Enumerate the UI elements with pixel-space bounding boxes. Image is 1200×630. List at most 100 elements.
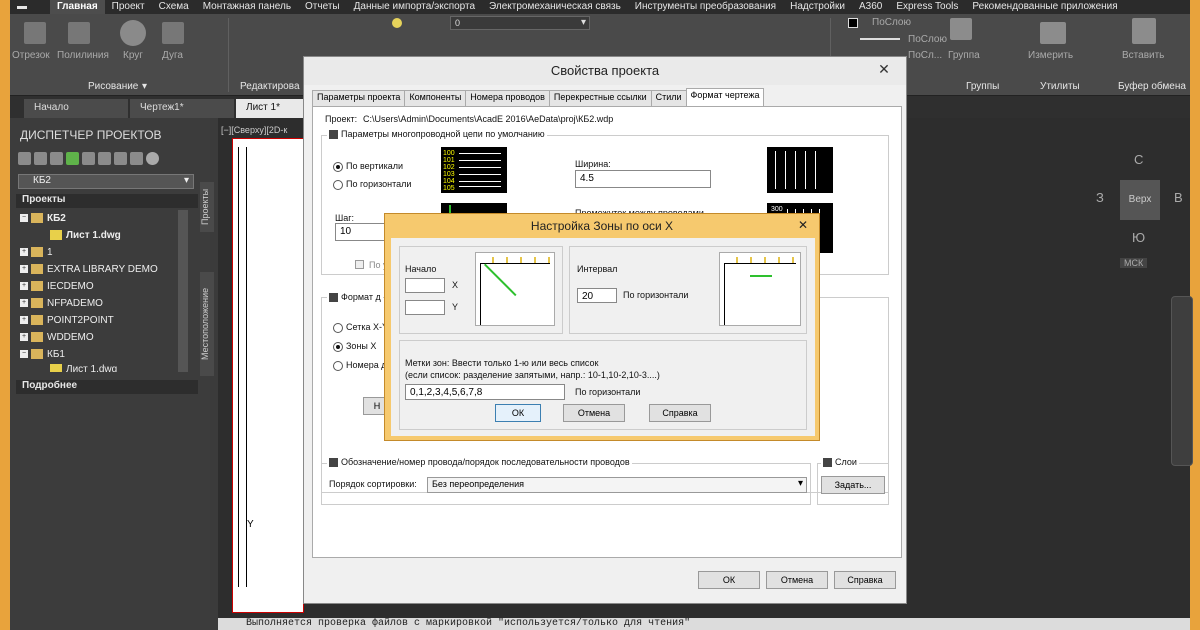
ribbon-tab-featured-apps[interactable]: Рекомендованные приложения <box>965 0 1124 14</box>
ribbon-tab-import-export[interactable]: Данные импорта/экспорта <box>347 0 482 14</box>
close-icon[interactable]: ✕ <box>874 61 894 78</box>
command-line[interactable]: Выполняется проверка файлов с маркировко… <box>218 618 1190 630</box>
layer-combo[interactable]: 0 <box>450 16 590 30</box>
tree-item[interactable]: +1 <box>20 247 53 258</box>
project-tasks-icon[interactable] <box>82 152 95 165</box>
panel-clipboard-label[interactable]: Буфер обмена <box>1118 81 1186 92</box>
linetype-bylayer[interactable]: ПоСл... <box>908 50 942 61</box>
close-icon[interactable]: ✕ <box>791 216 815 234</box>
project-tree-scrollbar[interactable] <box>178 210 188 372</box>
lineweight-bylayer[interactable]: ПоСлою <box>908 34 947 45</box>
compass-east[interactable]: В <box>1174 190 1183 205</box>
measure-icon[interactable] <box>1040 22 1066 44</box>
tree-item[interactable]: + NFPADEMO <box>20 298 103 309</box>
ribbon-tab-panel[interactable]: Монтажная панель <box>196 0 298 14</box>
tree-item[interactable]: + EXTRA LIBRARY DEMO <box>20 264 158 275</box>
ribbon-tab-schematic[interactable]: Схема <box>152 0 196 14</box>
projects-header[interactable]: Проекты <box>16 194 198 208</box>
partial-checkbox[interactable] <box>355 260 364 269</box>
polyline-tool-label[interactable]: Полилиния <box>57 50 109 61</box>
viewcube-top[interactable]: Верх <box>1120 180 1160 220</box>
paste-icon[interactable] <box>1132 18 1156 44</box>
panel-draw-arrow-icon[interactable]: ▾ <box>142 81 147 92</box>
compass-south[interactable]: Ю <box>1132 230 1145 245</box>
side-tab-projects[interactable]: Проекты <box>200 182 214 232</box>
circle-tool-label[interactable]: Круг <box>123 50 143 61</box>
ribbon-tab-addins[interactable]: Надстройки <box>783 0 852 14</box>
panel-utilities-label[interactable]: Утилиты <box>1040 81 1080 92</box>
help-button[interactable]: Справка <box>834 571 896 589</box>
zone-cancel-button[interactable]: Отмена <box>563 404 625 422</box>
ribbon-tab-electromechanical[interactable]: Электромеханическая связь <box>482 0 628 14</box>
tab-wire-numbers[interactable]: Номера проводов <box>465 90 550 106</box>
sort-order-select[interactable]: Без переопределения <box>427 477 807 493</box>
tab-components[interactable]: Компоненты <box>404 90 467 106</box>
layer-bulb-icon[interactable] <box>392 18 402 28</box>
expand-icon[interactable]: + <box>20 316 28 325</box>
panel-draw-label[interactable]: Рисование <box>88 81 138 92</box>
tree-item[interactable]: + WDDEMO <box>20 332 94 343</box>
start-y-input[interactable] <box>405 300 445 315</box>
grid-xy-label[interactable]: Сетка X-Y <box>346 322 388 332</box>
ok-button[interactable]: ОК <box>698 571 760 589</box>
horizontal-radio[interactable] <box>333 180 343 190</box>
zone-labels-input[interactable]: 0,1,2,3,4,5,6,7,8 <box>405 384 565 400</box>
line-tool-label[interactable]: Отрезок <box>12 50 50 61</box>
compass-north[interactable]: С <box>1134 152 1143 167</box>
circle-tool-icon[interactable] <box>120 20 146 46</box>
start-x-input[interactable] <box>405 278 445 293</box>
zone-ok-button[interactable]: ОК <box>495 404 541 422</box>
doc-tab-drawing1[interactable]: Чертеж1* <box>130 99 234 118</box>
tab-cross-references[interactable]: Перекрестные ссылки <box>548 90 652 106</box>
tree-item[interactable]: Лист 1.dwg <box>50 230 121 241</box>
interval-input[interactable]: 20 <box>577 288 617 303</box>
set-layers-button[interactable]: Задать... <box>821 476 885 494</box>
publish-icon[interactable] <box>114 152 127 165</box>
expand-icon[interactable]: + <box>20 299 28 308</box>
polyline-tool-icon[interactable] <box>68 22 90 44</box>
horizontal-label[interactable]: По горизонтали <box>346 179 411 189</box>
expand-icon[interactable]: + <box>20 265 28 274</box>
tree-item[interactable]: + IECDEMO <box>20 281 94 292</box>
side-tab-location[interactable]: Местоположение <box>200 272 214 376</box>
paste-tool-label[interactable]: Вставить <box>1122 50 1164 61</box>
ribbon-tab-a360[interactable]: A360 <box>852 0 889 14</box>
ribbon-tab-conversion[interactable]: Инструменты преобразования <box>628 0 783 14</box>
group-icon[interactable] <box>950 18 972 40</box>
tree-item[interactable]: − КБ1 <box>20 349 65 360</box>
tree-item[interactable]: Лист 1.dwg <box>50 364 117 372</box>
refresh-icon[interactable] <box>66 152 79 165</box>
ribbon-tab-project[interactable]: Проект <box>105 0 152 14</box>
vertical-label[interactable]: По вертикали <box>346 161 403 171</box>
viewport-controls[interactable]: [−][Сверху][2D-к <box>221 125 287 135</box>
grid-xy-radio[interactable] <box>333 323 343 333</box>
tree-item[interactable]: − КБ2 <box>20 213 66 224</box>
collapse-icon[interactable]: − <box>20 214 28 223</box>
numbers-label[interactable]: Номера д <box>346 360 386 370</box>
vertical-radio[interactable] <box>333 162 343 172</box>
new-drawing-icon[interactable] <box>50 152 63 165</box>
project-properties-icon[interactable] <box>98 152 111 165</box>
collapse-icon[interactable]: − <box>20 350 28 359</box>
expand-icon[interactable]: + <box>20 333 28 342</box>
line-tool-icon[interactable] <box>24 22 46 44</box>
compass-west[interactable]: З <box>1096 190 1104 205</box>
ribbon-tab-home[interactable]: Главная <box>50 0 105 14</box>
open-project-icon[interactable] <box>18 152 31 165</box>
new-project-icon[interactable] <box>34 152 47 165</box>
measure-tool-label[interactable]: Измерить <box>1028 50 1073 61</box>
panel-groups-label[interactable]: Группы <box>966 81 999 92</box>
project-combo[interactable]: КБ2 ▾ <box>18 174 194 189</box>
tree-item[interactable]: + POINT2POINT <box>20 315 114 326</box>
arc-tool-label[interactable]: Дуга <box>162 50 183 61</box>
tab-drawing-format[interactable]: Формат чертежа <box>685 88 765 106</box>
ribbon-tab-express-tools[interactable]: Express Tools <box>889 0 965 14</box>
color-swatch-icon[interactable] <box>848 18 858 28</box>
group-tool-label[interactable]: Группа <box>948 50 980 61</box>
arc-tool-icon[interactable] <box>162 22 184 44</box>
navigation-bar[interactable] <box>1171 296 1193 466</box>
help-icon[interactable] <box>146 152 159 165</box>
panel-edit-label[interactable]: Редактирова <box>240 81 300 92</box>
doc-tab-start[interactable]: Начало <box>24 99 128 118</box>
width-input[interactable]: 4.5 <box>575 170 711 188</box>
